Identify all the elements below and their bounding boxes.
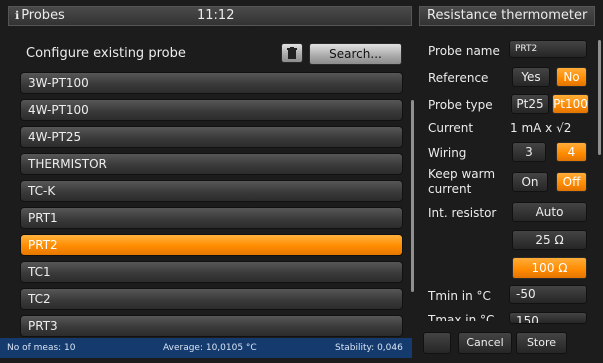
average-value: Average: 10,0105 °C (163, 343, 257, 353)
int-resistor-25-button[interactable]: 25 Ω (512, 230, 587, 250)
list-item[interactable]: 4W-PT25 (20, 126, 403, 148)
wiring-3-button[interactable]: 3 (512, 142, 546, 162)
probe-name-field[interactable]: PRT2 (509, 40, 587, 58)
disabled-button (423, 332, 451, 354)
tmax-label: Tmax in °C (428, 313, 495, 321)
list-scrollbar[interactable] (411, 100, 414, 292)
clock: 11:12 (197, 8, 235, 23)
list-item[interactable]: TC1 (20, 261, 403, 283)
probes-title: Probes (21, 8, 65, 23)
probe-type-pt100-button[interactable]: Pt100 (552, 94, 589, 114)
list-item[interactable]: PRT3 (20, 315, 403, 337)
delete-button[interactable] (281, 43, 303, 63)
list-item[interactable]: 4W-PT100 (20, 99, 403, 121)
current-value: 1 mA x √2 (510, 121, 572, 135)
tmax-field[interactable]: 150 (509, 312, 587, 324)
list-item-selected[interactable]: PRT2 (20, 234, 403, 256)
reference-yes-button[interactable]: Yes (512, 67, 550, 87)
probe-type-label: Probe type (428, 98, 493, 112)
probes-header: ℹ Probes 11:12 (8, 6, 412, 26)
keep-warm-label-2: current (428, 182, 472, 196)
reference-no-button[interactable]: No (556, 67, 587, 87)
reference-label: Reference (428, 71, 489, 85)
store-button[interactable]: Store (516, 332, 567, 354)
keep-warm-label-1: Keep warm (428, 167, 496, 181)
int-resistor-label: Int. resistor (428, 206, 497, 220)
list-item[interactable]: PRT1 (20, 207, 403, 229)
current-label: Current (428, 121, 474, 135)
tmin-field[interactable]: -50 (509, 285, 587, 304)
wiring-4-button[interactable]: 4 (556, 142, 587, 162)
cancel-button[interactable]: Cancel (458, 332, 512, 354)
configure-label: Configure existing probe (26, 46, 186, 61)
list-item[interactable]: TC-K (20, 180, 403, 202)
int-resistor-100-button[interactable]: 100 Ω (512, 257, 587, 279)
status-bar: No of meas: 10 Average: 10,0105 °C Stabi… (0, 338, 412, 358)
wiring-label: Wiring (428, 146, 467, 160)
info-icon: ℹ (15, 9, 20, 22)
resistance-header: Resistance thermometer (419, 6, 595, 26)
probe-name-label: Probe name (428, 44, 500, 58)
keep-warm-off-button[interactable]: Off (556, 172, 587, 192)
search-button[interactable]: Search... (309, 43, 402, 65)
tmin-label: Tmin in °C (428, 289, 491, 303)
probe-type-pt25-button[interactable]: Pt25 (511, 94, 549, 114)
stability-value: Stability: 0,046 (335, 343, 403, 353)
list-item[interactable]: TC2 (20, 288, 403, 310)
list-item[interactable]: THERMISTOR (20, 153, 403, 175)
resistance-title: Resistance thermometer (427, 8, 588, 23)
trash-icon (287, 47, 297, 59)
settings-scrollbar[interactable] (598, 40, 601, 155)
keep-warm-on-button[interactable]: On (512, 172, 548, 192)
int-resistor-auto-button[interactable]: Auto (512, 202, 587, 222)
list-item[interactable]: 3W-PT100 (20, 72, 403, 94)
meas-count: No of meas: 10 (7, 343, 76, 353)
